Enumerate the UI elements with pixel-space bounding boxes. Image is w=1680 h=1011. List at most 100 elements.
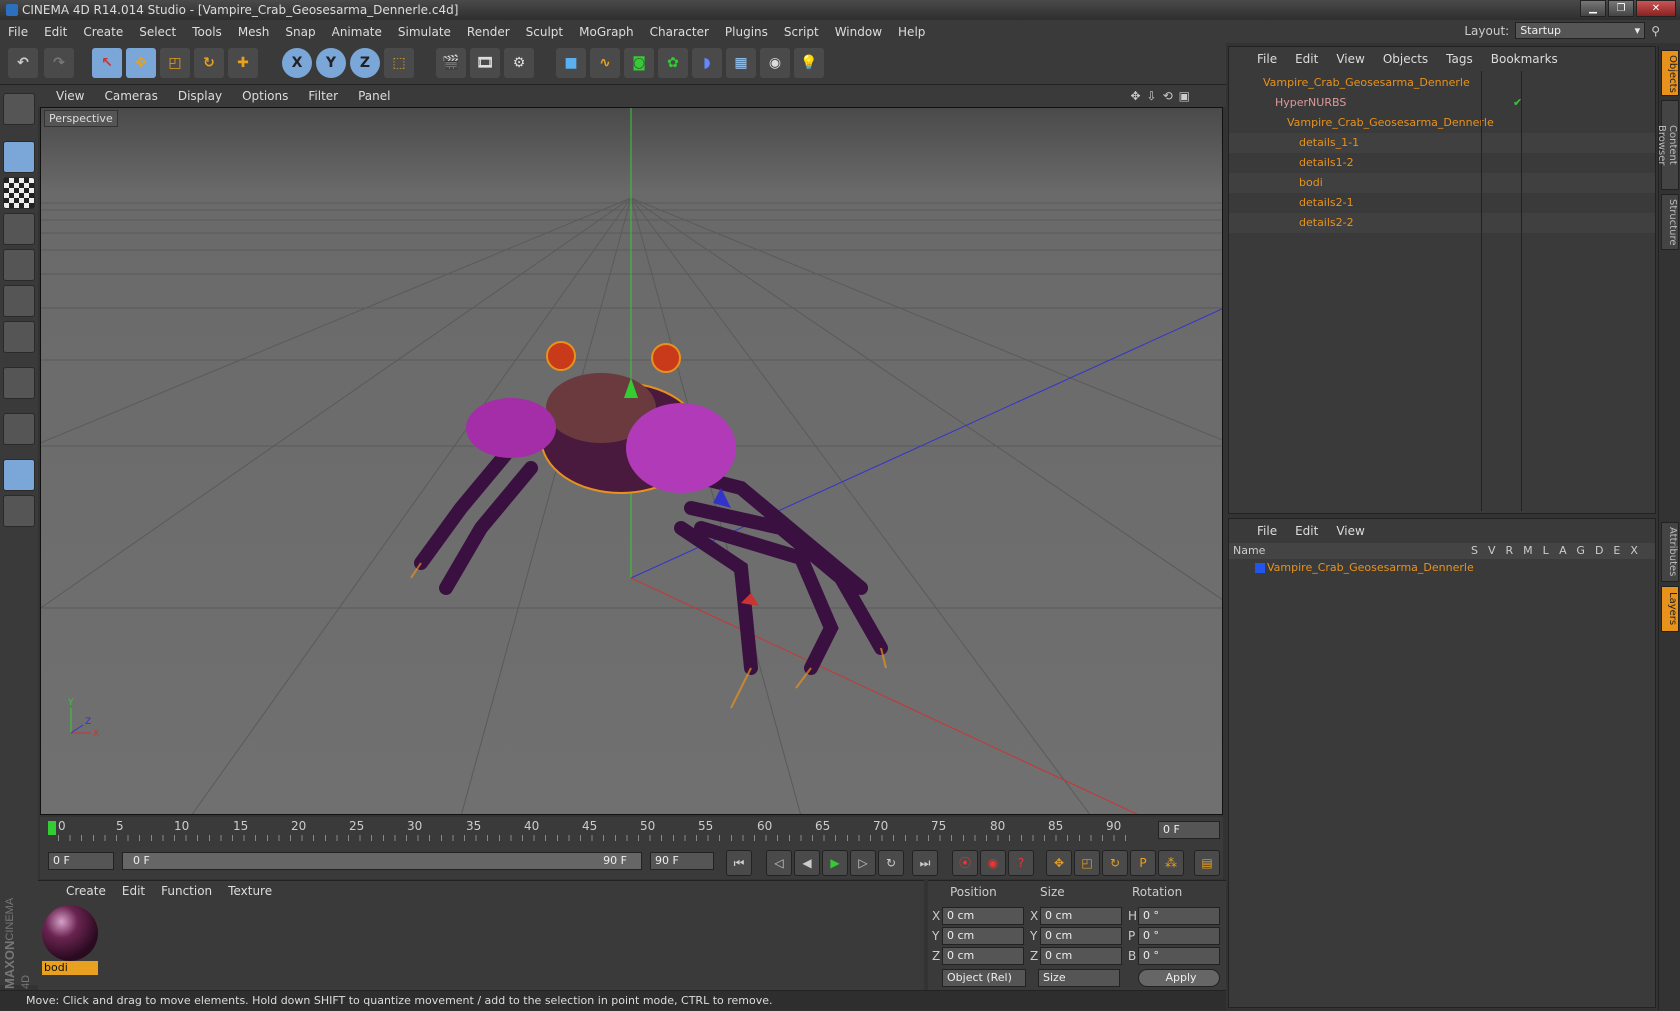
coordinate-system-icon[interactable]: ⬚ [384, 48, 414, 78]
tree-item[interactable]: Vampire_Crab_Geosesarma_Dennerle [1229, 73, 1655, 93]
position-y-field[interactable]: 0 cm [942, 927, 1024, 945]
viewport-menu-options[interactable]: Options [242, 89, 288, 103]
material-menu-create[interactable]: Create [66, 884, 106, 898]
next-key-icon[interactable]: ↻ [878, 850, 904, 876]
y-axis-lock-button[interactable]: Y [316, 48, 346, 78]
scale-icon[interactable]: ◰ [160, 48, 190, 78]
menu-snap[interactable]: Snap [277, 25, 323, 39]
tab-attributes[interactable]: Attributes [1661, 522, 1679, 582]
viewport-nav-icons[interactable]: ✥⇩⟲▣ [1130, 89, 1196, 103]
tree-item[interactable]: Vampire_Crab_Geosesarma_Dennerle [1229, 113, 1655, 133]
layer-color-swatch[interactable] [1255, 563, 1265, 573]
preview-range-slider[interactable]: 0 F 90 F [122, 852, 642, 870]
layer-menu-file[interactable]: File [1257, 524, 1277, 538]
redo-icon[interactable]: ↷ [44, 48, 74, 78]
layer-menu-view[interactable]: View [1336, 524, 1364, 538]
move-icon[interactable]: ✥ [126, 48, 156, 78]
spline-icon[interactable]: ∿ [590, 48, 620, 78]
search-icon[interactable]: ⚲ [1651, 24, 1660, 38]
object-menu-file[interactable]: File [1257, 52, 1277, 66]
object-menu-tags[interactable]: Tags [1446, 52, 1473, 66]
position-x-field[interactable]: 0 cm [942, 907, 1024, 925]
model-mode-icon[interactable] [3, 141, 35, 173]
floor-icon[interactable]: ▦ [726, 48, 756, 78]
menu-mesh[interactable]: Mesh [230, 25, 278, 39]
viewport-menu-view[interactable]: View [56, 89, 84, 103]
play-icon[interactable]: ▶ [822, 850, 848, 876]
keyframe-selection-icon[interactable]: ? [1008, 850, 1034, 876]
key-scale-icon[interactable]: ◰ [1074, 850, 1100, 876]
workplane-icon[interactable] [3, 213, 35, 245]
playhead[interactable] [48, 821, 56, 835]
autokeying-icon[interactable]: ◉ [980, 850, 1006, 876]
add-object-icon[interactable]: ✚ [228, 48, 258, 78]
object-menu-edit[interactable]: Edit [1295, 52, 1318, 66]
menu-mograph[interactable]: MoGraph [571, 25, 642, 39]
nurbs-icon[interactable]: ◙ [624, 48, 654, 78]
array-icon[interactable]: ✿ [658, 48, 688, 78]
material-menu-texture[interactable]: Texture [228, 884, 272, 898]
previous-frame-icon[interactable]: ◀ [794, 850, 820, 876]
size-z-field[interactable]: 0 cm [1040, 947, 1122, 965]
viewport-menu-filter[interactable]: Filter [308, 89, 338, 103]
perspective-viewport[interactable]: Y X Z Perspective [40, 107, 1223, 815]
tab-content-browser[interactable]: Content Browser [1656, 100, 1679, 190]
go-to-end-icon[interactable]: ⏭ [912, 850, 938, 876]
menu-window[interactable]: Window [827, 25, 890, 39]
go-to-start-icon[interactable]: ⏮ [726, 850, 752, 876]
menu-plugins[interactable]: Plugins [717, 25, 776, 39]
previous-key-icon[interactable]: ◁ [766, 850, 792, 876]
crab-model[interactable] [410, 341, 888, 709]
size-mode-dropdown[interactable]: Size [1038, 969, 1120, 987]
viewport-menu-cameras[interactable]: Cameras [104, 89, 157, 103]
timeline-ruler[interactable]: 0 5 10 15 20 25 30 35 40 45 50 55 60 65 … [40, 817, 1223, 843]
z-axis-lock-button[interactable]: Z [350, 48, 380, 78]
menu-file[interactable]: File [0, 25, 36, 39]
start-frame-field[interactable]: 0 F [48, 852, 114, 870]
camera-icon[interactable]: ◉ [760, 48, 790, 78]
menu-character[interactable]: Character [642, 25, 717, 39]
object-menu-view[interactable]: View [1336, 52, 1364, 66]
record-keys-icon[interactable]: ⦿ [952, 850, 978, 876]
size-x-field[interactable]: 0 cm [1040, 907, 1122, 925]
current-frame-field[interactable]: 0 F [1158, 821, 1220, 839]
menu-render[interactable]: Render [459, 25, 518, 39]
light-icon[interactable]: 💡 [794, 48, 824, 78]
maximize-button[interactable]: ❐ [1608, 0, 1634, 17]
live-select-icon[interactable]: ↖ [92, 48, 122, 78]
tree-item[interactable]: bodi [1229, 173, 1655, 193]
menu-animate[interactable]: Animate [324, 25, 390, 39]
rotate-icon[interactable]: ↻ [194, 48, 224, 78]
x-axis-lock-button[interactable]: X [282, 48, 312, 78]
render-view-icon[interactable]: 🎬 [436, 48, 466, 78]
layout-dropdown[interactable]: Startup ▾ [1515, 22, 1646, 39]
tree-item[interactable]: HyperNURBS ✔ [1229, 93, 1655, 113]
menu-script[interactable]: Script [776, 25, 827, 39]
menu-help[interactable]: Help [890, 25, 933, 39]
make-editable-icon[interactable] [3, 93, 35, 125]
layer-row[interactable]: Vampire_Crab_Geosesarma_Dennerle [1229, 559, 1655, 577]
viewport-menu-display[interactable]: Display [178, 89, 222, 103]
tree-item[interactable]: details2-2 [1229, 213, 1655, 233]
timeline-window-icon[interactable]: ▤ [1194, 850, 1220, 876]
key-rotation-icon[interactable]: ↻ [1102, 850, 1128, 876]
cube-icon[interactable]: ■ [556, 48, 586, 78]
tab-structure[interactable]: Structure [1661, 194, 1679, 250]
key-position-icon[interactable]: ✥ [1046, 850, 1072, 876]
position-z-field[interactable]: 0 cm [942, 947, 1024, 965]
coordinate-mode-dropdown[interactable]: Object (Rel) [942, 969, 1026, 987]
tab-objects[interactable]: Objects [1661, 50, 1679, 96]
object-menu-objects[interactable]: Objects [1383, 52, 1428, 66]
object-menu-bookmarks[interactable]: Bookmarks [1491, 52, 1558, 66]
menu-sculpt[interactable]: Sculpt [518, 25, 571, 39]
close-button[interactable]: ✕ [1636, 0, 1676, 17]
material-menu-edit[interactable]: Edit [122, 884, 145, 898]
material-swatch[interactable]: bodi [42, 905, 98, 977]
tree-item[interactable]: details2-1 [1229, 193, 1655, 213]
edges-mode-icon[interactable] [3, 285, 35, 317]
layer-menu-edit[interactable]: Edit [1295, 524, 1318, 538]
rotation-h-field[interactable]: 0 ° [1138, 907, 1220, 925]
tree-item[interactable]: details1-2 [1229, 153, 1655, 173]
end-frame-field[interactable]: 90 F [650, 852, 714, 870]
menu-tools[interactable]: Tools [184, 25, 230, 39]
